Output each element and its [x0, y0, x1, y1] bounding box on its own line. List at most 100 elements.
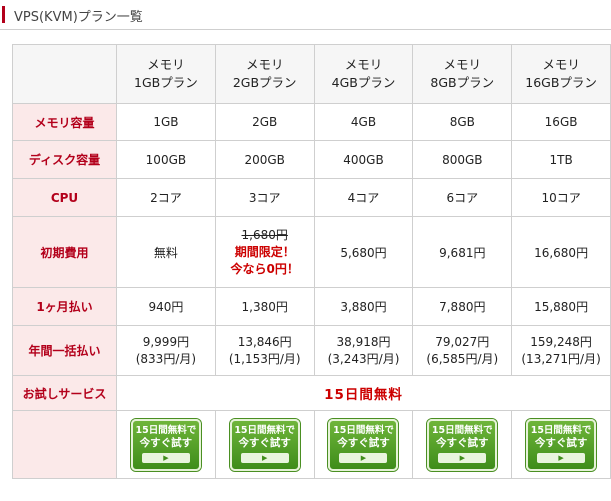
try-now-button-8gb[interactable]: 15日間無料で 今すぐ試す ▶ — [427, 418, 498, 471]
initial-fee-cell: 無料 — [116, 216, 216, 288]
memory-cell: 16GB — [511, 103, 611, 141]
section-header: VPS(KVM)プラン一覧 — [0, 0, 611, 30]
memory-cell: 8GB — [412, 103, 513, 141]
play-arrow-icon: ▶ — [141, 452, 190, 463]
plan-header-line2: 8GBプラン — [430, 75, 495, 90]
yearly-per-month: (6,585円/月) — [426, 351, 499, 366]
yearly-total: 159,248円 — [530, 334, 592, 349]
monthly-row: 1ヶ月払い 940円 1,380円 3,880円 7,880円 15,880円 — [12, 287, 611, 326]
promo-text: 期間限定！ — [234, 244, 295, 259]
play-arrow-icon: ▶ — [240, 452, 289, 463]
button-line2: 今すぐ試す — [139, 436, 193, 449]
plan-header-line1: メモリ — [245, 57, 284, 72]
cpu-cell: 6コア — [412, 178, 513, 217]
yearly-row: 年間一括払い 9,999円 (833円/月) 13,846円 (1,153円/月) … — [12, 325, 611, 376]
cpu-cell: 10コア — [511, 178, 611, 217]
table-corner-cell — [12, 44, 117, 104]
plan-header-line2: 4GBプラン — [331, 75, 396, 90]
button-line2: 今すぐ試す — [238, 436, 291, 449]
section-title: VPS(KVM)プラン一覧 — [14, 10, 143, 25]
monthly-cell: 15,880円 — [511, 287, 611, 326]
button-line1: 15日間無料で — [135, 424, 197, 436]
button-line1: 15日間無料で — [530, 424, 592, 436]
section-accent-bar — [2, 6, 5, 23]
initial-fee-cell: 5,680円 — [313, 216, 414, 288]
cpu-row: CPU 2コア 3コア 4コア 6コア 10コア — [12, 178, 611, 217]
yearly-cell: 9,999円 (833円/月) — [116, 325, 216, 376]
button-line1: 15日間無料で — [431, 424, 493, 436]
yearly-cell: 13,846円 (1,153円/月) — [214, 325, 315, 376]
button-line2: 今すぐ試す — [534, 436, 588, 449]
yearly-per-month: (13,271円/月) — [521, 351, 601, 366]
trial-button-row-label — [12, 410, 117, 479]
initial-fee-cell: 16,680円 — [511, 216, 611, 288]
disk-cell: 1TB — [511, 140, 611, 179]
memory-label: メモリ容量 — [12, 103, 117, 141]
yearly-cell: 159,248円 (13,271円/月) — [511, 325, 611, 376]
trial-button-row: 15日間無料で 今すぐ試す ▶ 15日間無料で 今すぐ試す ▶ 15日間無料で … — [12, 410, 611, 479]
monthly-cell: 1,380円 — [214, 287, 315, 326]
disk-label: ディスク容量 — [12, 140, 117, 179]
disk-cell: 400GB — [313, 140, 414, 179]
memory-cell: 1GB — [116, 103, 216, 141]
plan-header-line1: メモリ — [443, 57, 482, 72]
disk-cell: 800GB — [412, 140, 513, 179]
trial-row: お試しサービス 15日間無料 — [12, 375, 611, 411]
monthly-cell: 3,880円 — [313, 287, 414, 326]
play-arrow-icon: ▶ — [438, 452, 487, 463]
plan-header-4gb: メモリ 4GBプラン — [313, 44, 414, 104]
try-now-button-4gb[interactable]: 15日間無料で 今すぐ試す ▶ — [328, 418, 399, 471]
plan-header-row: メモリ 1GBプラン メモリ 2GBプラン メモリ 4GBプラン メモリ 8GBプラン … — [12, 44, 611, 104]
yearly-total: 13,846円 — [237, 334, 292, 349]
trial-button-cell: 15日間無料で 今すぐ試す ▶ — [412, 410, 513, 479]
button-line1: 15日間無料で — [234, 424, 296, 436]
trial-button-cell: 15日間無料で 今すぐ試す ▶ — [313, 410, 414, 479]
initial-fee-row: 初期費用 無料 1,680円 期間限定！ 今なら0円！ 5,680円 9,681… — [12, 216, 611, 288]
plan-header-16gb: メモリ 16GBプラン — [511, 44, 611, 104]
initial-fee-cell-promo: 1,680円 期間限定！ 今なら0円！ — [214, 216, 315, 288]
play-arrow-icon: ▶ — [339, 452, 388, 463]
plan-header-line2: 16GBプラン — [525, 75, 597, 90]
disk-cell: 200GB — [214, 140, 315, 179]
trial-value: 15日間無料 — [116, 375, 611, 411]
trial-label: お試しサービス — [12, 375, 117, 411]
promo-text: 今なら0円！ — [230, 261, 299, 276]
plan-header-line2: 1GBプラン — [134, 75, 198, 90]
yearly-per-month: (1,153円/月) — [228, 351, 301, 366]
try-now-button-1gb[interactable]: 15日間無料で 今すぐ試す ▶ — [130, 418, 201, 471]
yearly-total: 38,918円 — [336, 334, 391, 349]
yearly-cell: 38,918円 (3,243円/月) — [313, 325, 414, 376]
button-line2: 今すぐ試す — [436, 436, 489, 449]
disk-cell: 100GB — [116, 140, 216, 179]
yearly-total: 79,027円 — [435, 334, 490, 349]
monthly-cell: 7,880円 — [412, 287, 513, 326]
initial-fee-cell: 9,681円 — [412, 216, 513, 288]
yearly-label: 年間一括払い — [12, 325, 117, 376]
plan-header-line1: メモリ — [147, 57, 185, 72]
plan-header-line2: 2GBプラン — [232, 75, 297, 90]
memory-cell: 2GB — [214, 103, 315, 141]
plan-header-8gb: メモリ 8GBプラン — [412, 44, 513, 104]
trial-button-cell: 15日間無料で 今すぐ試す ▶ — [116, 410, 216, 479]
original-price: 1,680円 — [241, 227, 288, 242]
try-now-button-2gb[interactable]: 15日間無料で 今すぐ試す ▶ — [229, 418, 300, 471]
play-arrow-icon: ▶ — [537, 452, 586, 463]
cpu-cell: 2コア — [116, 178, 216, 217]
plan-header-1gb: メモリ 1GBプラン — [116, 44, 216, 104]
yearly-per-month: (833円/月) — [135, 351, 197, 366]
yearly-cell: 79,027円 (6,585円/月) — [412, 325, 513, 376]
initial-fee-label: 初期費用 — [12, 216, 117, 288]
monthly-label: 1ヶ月払い — [12, 287, 117, 326]
cpu-cell: 3コア — [214, 178, 315, 217]
try-now-button-16gb[interactable]: 15日間無料で 今すぐ試す ▶ — [526, 418, 597, 471]
trial-button-cell: 15日間無料で 今すぐ試す ▶ — [511, 410, 611, 479]
yearly-per-month: (3,243円/月) — [327, 351, 400, 366]
button-line2: 今すぐ試す — [337, 436, 390, 449]
cpu-label: CPU — [12, 178, 117, 217]
plan-comparison-table: メモリ 1GBプラン メモリ 2GBプラン メモリ 4GBプラン メモリ 8GBプラン … — [12, 44, 611, 479]
plan-header-line1: メモリ — [344, 57, 383, 72]
plan-header-2gb: メモリ 2GBプラン — [214, 44, 315, 104]
disk-row: ディスク容量 100GB 200GB 400GB 800GB 1TB — [12, 140, 611, 179]
memory-cell: 4GB — [313, 103, 414, 141]
cpu-cell: 4コア — [313, 178, 414, 217]
